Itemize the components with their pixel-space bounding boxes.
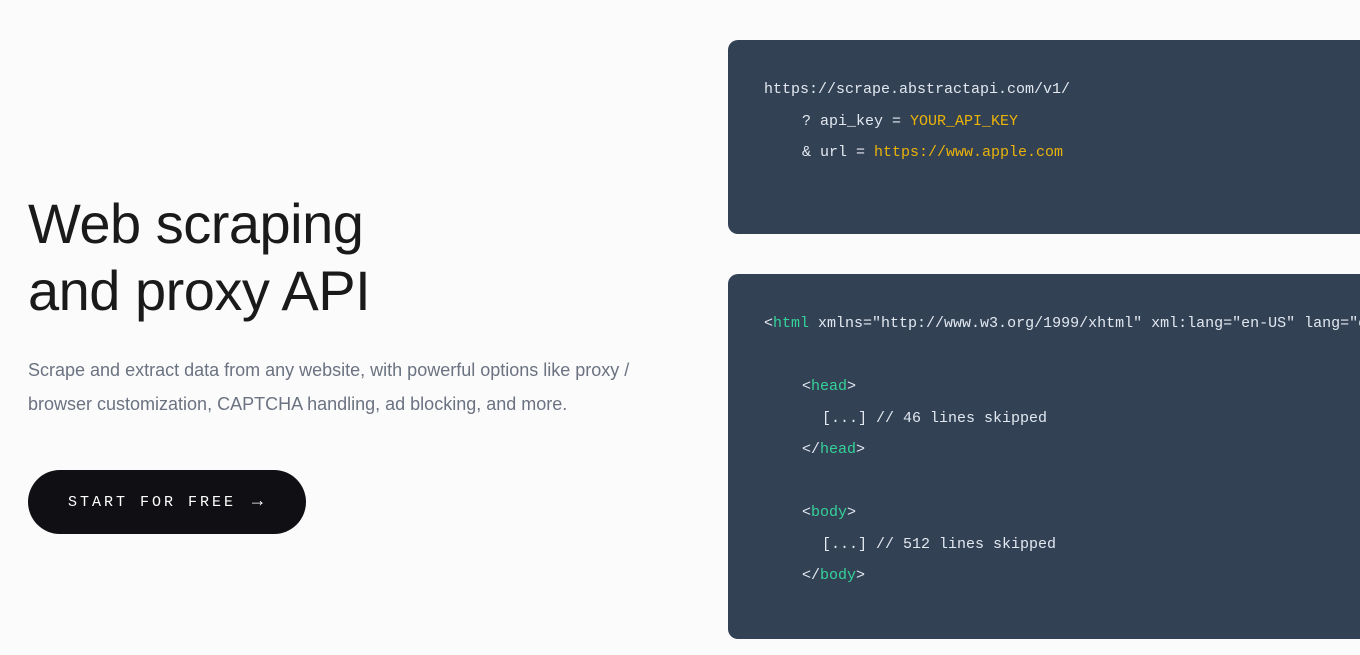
response-body-close: </body> <box>764 560 1360 592</box>
request-param-url: & url = https://www.apple.com <box>764 137 1360 169</box>
start-for-free-button[interactable]: START FOR FREE → <box>28 470 306 534</box>
api-response-code-block: <html xmlns="http://www.w3.org/1999/xhtm… <box>728 274 1360 639</box>
api-request-code-block: https://scrape.abstractapi.com/v1/ ? api… <box>728 40 1360 234</box>
request-param-api-key: ? api_key = YOUR_API_KEY <box>764 106 1360 138</box>
api-key-value: YOUR_API_KEY <box>910 113 1018 130</box>
hero-description: Scrape and extract data from any website… <box>28 354 648 422</box>
code-samples-column: https://scrape.abstractapi.com/v1/ ? api… <box>728 40 1360 655</box>
hero-title-line1: Web scraping <box>28 192 363 255</box>
hero-title: Web scraping and proxy API <box>28 190 668 324</box>
hero-title-line2: and proxy API <box>28 259 370 322</box>
response-html-open: <html xmlns="http://www.w3.org/1999/xhtm… <box>764 308 1360 340</box>
blank-line <box>764 340 1360 372</box>
response-head-skip: [...] // 46 lines skipped <box>764 403 1360 435</box>
url-value: https://www.apple.com <box>874 144 1063 161</box>
page-container: Web scraping and proxy API Scrape and ex… <box>0 0 1360 655</box>
response-body-open: <body> <box>764 497 1360 529</box>
response-head-open: <head> <box>764 371 1360 403</box>
response-head-close: </head> <box>764 434 1360 466</box>
request-endpoint: https://scrape.abstractapi.com/v1/ <box>764 74 1360 106</box>
hero-left-column: Web scraping and proxy API Scrape and ex… <box>28 40 668 655</box>
cta-label: START FOR FREE <box>68 494 236 511</box>
arrow-right-icon: → <box>252 492 266 512</box>
blank-line <box>764 466 1360 498</box>
response-body-skip: [...] // 512 lines skipped <box>764 529 1360 561</box>
